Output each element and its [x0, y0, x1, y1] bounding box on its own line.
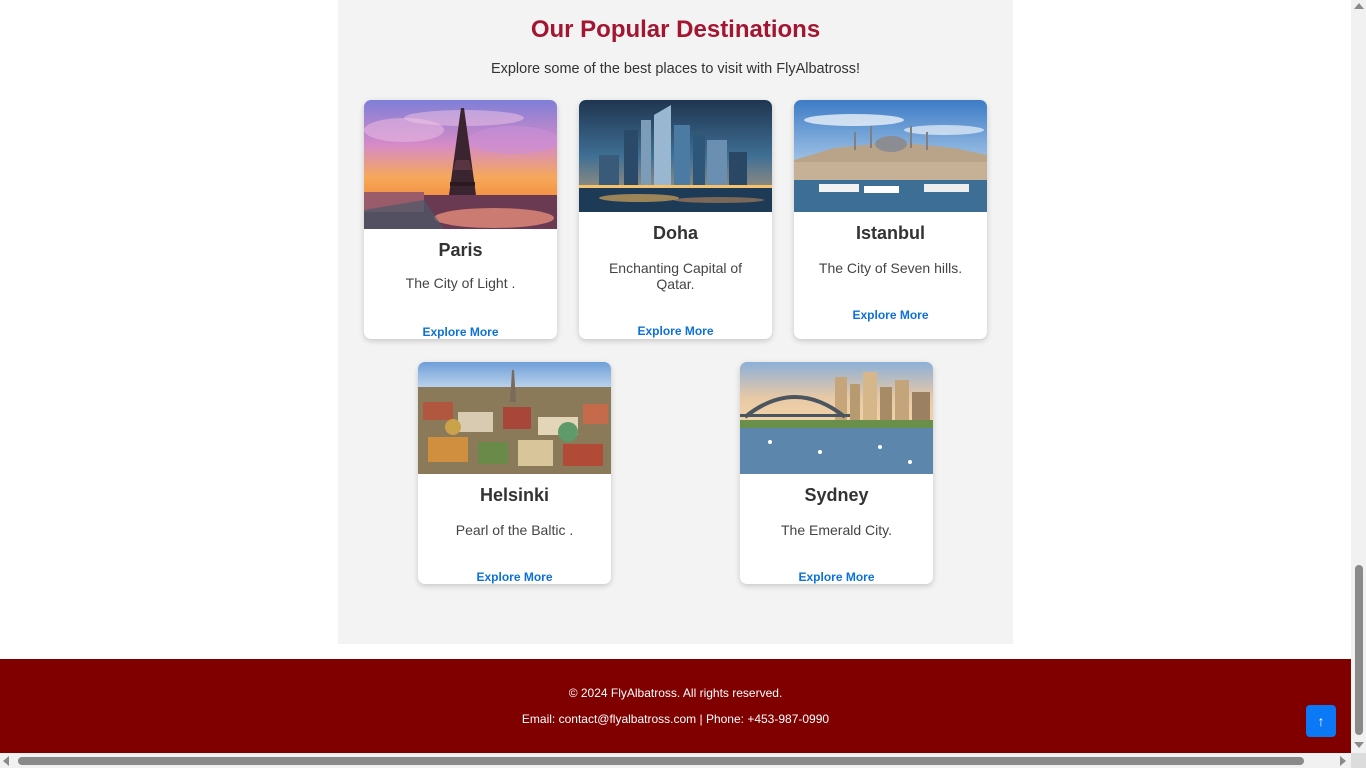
horizontal-scrollbar[interactable]: [0, 753, 1351, 768]
destination-name: Sydney: [804, 485, 869, 505]
scroll-right-arrow-icon[interactable]: [1340, 756, 1346, 766]
arrow-up-icon: ↑: [1317, 713, 1325, 729]
page-viewport: Our Popular Destinations Explore some of…: [0, 0, 1351, 753]
scrollbar-corner: [1351, 753, 1366, 768]
destination-description: The Emerald City.: [781, 522, 892, 538]
section-subtitle: Explore some of the best places to visit…: [490, 61, 861, 77]
scroll-left-arrow-icon[interactable]: [3, 756, 9, 766]
destination-description: Enchanting Capital of Qatar.: [608, 260, 743, 292]
destination-name: Doha: [653, 223, 698, 243]
destination-card-doha: Doha Enchanting Capital of Qatar. Explor…: [579, 100, 772, 339]
explore-more-link-helsinki[interactable]: Explore More: [418, 570, 611, 584]
vertical-scrollbar-thumb[interactable]: [1355, 565, 1363, 735]
destination-description: Pearl of the Baltic .: [455, 522, 574, 538]
sydney-image: [740, 362, 933, 474]
horizontal-scrollbar-thumb[interactable]: [18, 757, 1304, 765]
destination-description: The City of Seven hills.: [818, 260, 963, 276]
helsinki-image: [418, 362, 611, 474]
site-footer: © 2024 FlyAlbatross. All rights reserved…: [0, 659, 1351, 753]
footer-copyright: © 2024 FlyAlbatross. All rights reserved…: [568, 686, 783, 700]
popular-destinations-section: Our Popular Destinations Explore some of…: [338, 0, 1013, 644]
explore-more-link-doha[interactable]: Explore More: [579, 324, 772, 338]
section-title: Our Popular Destinations: [530, 16, 821, 43]
destination-name: Paris: [438, 240, 483, 260]
doha-image: [579, 100, 772, 212]
footer-contact: Email: contact@flyalbatross.com | Phone:…: [521, 712, 830, 726]
explore-more-link-paris[interactable]: Explore More: [364, 325, 557, 339]
scroll-up-arrow-icon[interactable]: [1354, 3, 1364, 9]
destination-name: Helsinki: [479, 485, 550, 505]
explore-more-link-sydney[interactable]: Explore More: [740, 570, 933, 584]
paris-image: [364, 100, 557, 229]
vertical-scrollbar[interactable]: [1351, 0, 1366, 753]
scroll-down-arrow-icon[interactable]: [1354, 742, 1364, 748]
destination-card-paris: Paris The City of Light . Explore More: [364, 100, 557, 339]
back-to-top-button[interactable]: ↑: [1306, 705, 1336, 737]
destination-card-istanbul: Istanbul The City of Seven hills. Explor…: [794, 100, 987, 339]
destination-name: Istanbul: [855, 223, 925, 243]
destination-card-helsinki: Helsinki Pearl of the Baltic . Explore M…: [418, 362, 611, 584]
destination-card-sydney: Sydney The Emerald City. Explore More: [740, 362, 933, 584]
explore-more-link-istanbul[interactable]: Explore More: [794, 308, 987, 322]
destination-description: The City of Light .: [405, 275, 516, 291]
istanbul-image: [794, 100, 987, 212]
